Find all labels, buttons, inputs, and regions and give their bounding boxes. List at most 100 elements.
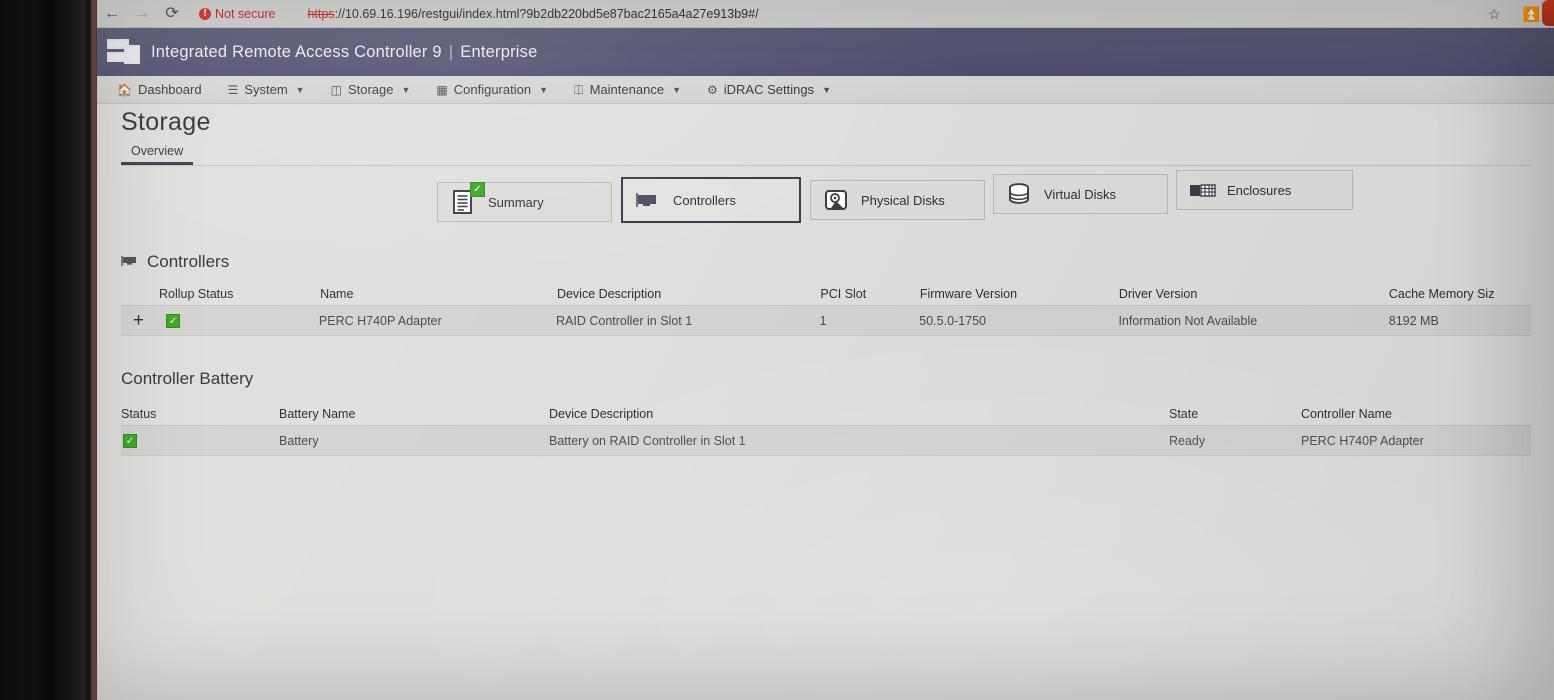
col-state: State <box>1169 407 1199 421</box>
back-arrow-icon[interactable]: ← <box>97 1 127 27</box>
col-controller-name: Controller Name <box>1301 407 1393 421</box>
chevron-down-icon: ▼ <box>822 84 831 95</box>
list-document-icon: ✓ <box>450 182 485 215</box>
category-controllers[interactable]: Controllers <box>621 177 801 223</box>
battery-table-header: Status Battery Name Device Description S… <box>121 396 1531 426</box>
cell-state: Ready <box>1169 433 1206 448</box>
browser-toolbar: ← → ⟳ ! Not secure https://10.69.16.196/… <box>97 0 1554 28</box>
nav-item-storage[interactable]: ◫ Storage ▼ <box>331 82 411 97</box>
nav-item-idrac-settings[interactable]: ⚙ iDRAC Settings ▼ <box>707 82 831 97</box>
battery-section-heading: Controller Battery <box>121 369 253 389</box>
nav-item-system[interactable]: ☰ System ▼ <box>228 82 305 97</box>
cell-battery-name: Battery <box>279 433 319 448</box>
database-icon <box>1006 181 1032 207</box>
cell-firmware-version: 50.5.0-1750 <box>919 313 986 328</box>
gear-icon: ⚙ <box>706 82 718 97</box>
nav-label: iDRAC Settings <box>723 82 815 97</box>
col-device-description: Device Description <box>556 287 662 301</box>
section-title: Controllers <box>147 252 230 271</box>
server-icon: ☰ <box>227 82 239 97</box>
star-icon[interactable]: ☆ <box>1488 7 1501 21</box>
nav-label: Maintenance <box>589 82 665 97</box>
wrench-icon: ⎅ <box>574 82 584 97</box>
category-label: Virtual Disks <box>1044 186 1117 202</box>
idrac-server-logo-icon <box>107 37 141 67</box>
url-text: https://10.69.16.196/restgui/index.html?… <box>307 7 758 21</box>
cell-controller-name: PERC H740P Adapter <box>1301 433 1424 448</box>
controllers-table: Rollup Status Name Device Description PC… <box>121 276 1531 336</box>
col-cache-memory-size: Cache Memory Siz <box>1388 287 1495 301</box>
category-enclosures[interactable]: Enclosures <box>1176 170 1353 210</box>
cell-cache-memory-size: 8192 MB <box>1388 313 1439 328</box>
nav-item-maintenance[interactable]: ⎅ Maintenance ▼ <box>574 82 681 97</box>
rollup-status-ok-icon: ✓ <box>166 313 181 328</box>
controllers-table-header: Rollup Status Name Device Description PC… <box>121 276 1531 306</box>
profile-avatar[interactable] <box>1542 0 1554 26</box>
category-label: Controllers <box>673 192 736 208</box>
battery-status-ok-icon: ✓ <box>123 434 137 448</box>
page-tabstrip: Overview <box>121 144 1531 166</box>
url-scheme: https <box>307 6 335 21</box>
controller-card-icon <box>635 187 661 213</box>
tab-overview[interactable]: Overview <box>121 144 194 165</box>
col-device-description: Device Description <box>549 407 654 421</box>
col-firmware-version: Firmware Version <box>919 287 1018 301</box>
nav-label: Storage <box>347 82 394 97</box>
address-bar[interactable]: ! Not secure https://10.69.16.196/restgu… <box>199 2 1488 26</box>
col-driver-version: Driver Version <box>1118 287 1198 301</box>
category-summary[interactable]: ✓ Summary <box>437 182 612 222</box>
category-label: Physical Disks <box>861 192 945 208</box>
cell-driver-version: Information Not Available <box>1118 313 1258 328</box>
table-row[interactable]: + ✓ PERC H740P Adapter RAID Controller i… <box>121 306 1531 336</box>
not-secure-label: Not secure <box>215 6 276 21</box>
grid-icon: ▦ <box>436 82 448 97</box>
main-nav: 🏠 Dashboard ☰ System ▼ ◫ Storage ▼ ▦ Con… <box>97 76 1554 104</box>
col-pci-slot: PCI Slot <box>820 287 867 301</box>
status-badge-ok: ✓ <box>470 182 485 197</box>
expand-row-button[interactable]: + <box>133 311 144 330</box>
category-label: Summary <box>488 194 544 210</box>
category-virtual-disks[interactable]: Virtual Disks <box>993 174 1168 214</box>
storage-category-buttons: ✓ Summary Controllers Physical Disks Vir… <box>437 170 1353 223</box>
controllers-section-heading: Controllers <box>121 252 229 272</box>
nav-item-configuration[interactable]: ▦ Configuration ▼ <box>436 82 548 97</box>
not-secure-icon: ! <box>199 7 211 20</box>
col-rollup-status: Rollup Status <box>159 287 234 301</box>
monitor-bezel-left <box>0 0 93 700</box>
col-name: Name <box>320 287 354 301</box>
category-label: Enclosures <box>1227 182 1292 198</box>
nav-item-dashboard[interactable]: 🏠 Dashboard <box>117 82 202 97</box>
monitor-photo: ← → ⟳ ! Not secure https://10.69.16.196/… <box>0 0 1554 700</box>
cell-name: PERC H740P Adapter <box>318 313 442 328</box>
category-physical-disks[interactable]: Physical Disks <box>810 180 985 220</box>
section-title: Controller Battery <box>121 369 254 388</box>
url-rest: ://10.69.16.196/restgui/index.html?9b2db… <box>334 6 759 21</box>
nav-label: System <box>244 82 288 97</box>
controller-card-icon <box>121 254 138 270</box>
screen-area: ← → ⟳ ! Not secure https://10.69.16.196/… <box>97 0 1554 700</box>
brand-edition: Enterprise <box>460 42 538 61</box>
idrac-header: Integrated Remote Access Controller 9 | En… <box>97 28 1554 76</box>
chevron-down-icon: ▼ <box>295 84 305 95</box>
table-row[interactable]: ✓ Battery Battery on RAID Controller in … <box>121 426 1531 456</box>
chevron-down-icon: ▼ <box>672 84 681 95</box>
storage-icon: ◫ <box>330 82 342 97</box>
download-icon[interactable]: ⏫ <box>1523 7 1540 21</box>
controller-battery-table: Status Battery Name Device Description S… <box>121 396 1531 456</box>
page-content: Storage Overview ✓ Summary Controllers P… <box>97 104 1554 700</box>
chevron-down-icon: ▼ <box>539 84 548 95</box>
brand-title: Integrated Remote Access Controller 9 | En… <box>151 43 538 62</box>
page-title: Storage <box>121 108 211 136</box>
nav-label: Dashboard <box>137 82 202 97</box>
brand-separator: | <box>448 42 454 61</box>
col-status: Status <box>121 407 157 421</box>
forward-arrow-icon[interactable]: → <box>127 1 157 27</box>
chevron-down-icon: ▼ <box>401 84 411 95</box>
reload-icon[interactable]: ⟳ <box>157 1 187 27</box>
cell-device-description: RAID Controller in Slot 1 <box>556 313 693 328</box>
cell-pci-slot: 1 <box>819 313 827 328</box>
nav-label: Configuration <box>453 82 532 97</box>
col-battery-name: Battery Name <box>279 407 356 421</box>
not-secure-badge[interactable]: ! Not secure <box>199 7 275 21</box>
hard-disk-icon <box>823 187 849 213</box>
